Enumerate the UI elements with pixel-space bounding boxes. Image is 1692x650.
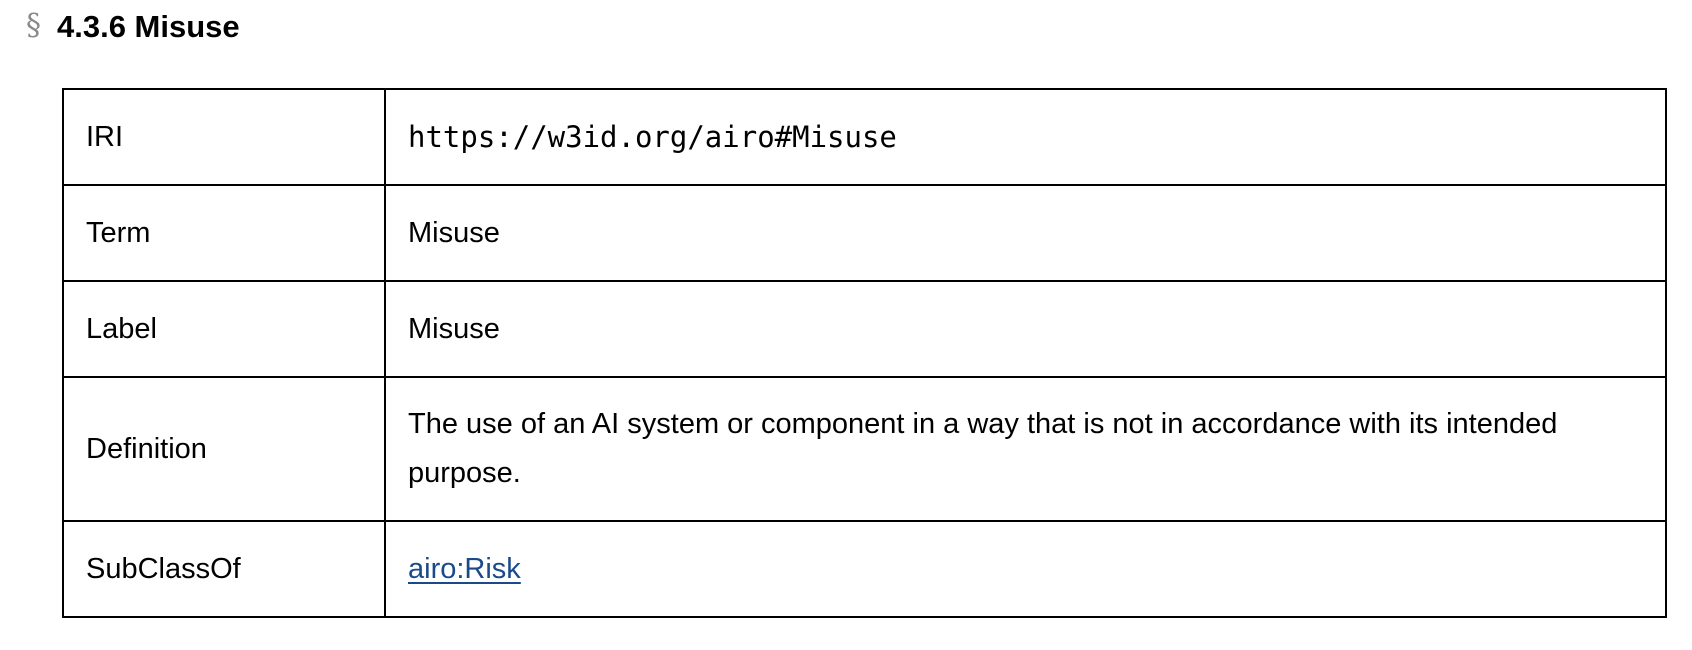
row-key-subclassof: SubClassOf — [62, 520, 386, 618]
row-value-label: Misuse — [384, 280, 1667, 378]
row-value-definition: The use of an AI system or component in … — [384, 376, 1667, 522]
table-row-definition: Definition The use of an AI system or co… — [62, 376, 1667, 522]
table-row-term: Term Misuse — [62, 184, 1667, 282]
row-key-iri: IRI — [62, 88, 386, 186]
table-row-iri: IRI https://w3id.org/airo#Misuse — [62, 88, 1667, 186]
section-heading: § 4.3.6 Misuse — [26, 6, 240, 46]
section-anchor-icon[interactable]: § — [26, 11, 41, 41]
row-key-label: Label — [62, 280, 386, 378]
section-title: 4.3.6 Misuse — [57, 8, 240, 44]
row-key-definition: Definition — [62, 376, 386, 522]
row-key-term: Term — [62, 184, 386, 282]
row-value-term: Misuse — [384, 184, 1667, 282]
table-row-subclassof: SubClassOf airo:Risk — [62, 520, 1667, 618]
table-row-label: Label Misuse — [62, 280, 1667, 378]
subclassof-link[interactable]: airo:Risk — [408, 553, 521, 585]
definition-table: IRI https://w3id.org/airo#Misuse Term Mi… — [62, 88, 1667, 618]
row-value-subclassof-cell: airo:Risk — [384, 520, 1667, 618]
row-value-iri: https://w3id.org/airo#Misuse — [384, 88, 1667, 186]
